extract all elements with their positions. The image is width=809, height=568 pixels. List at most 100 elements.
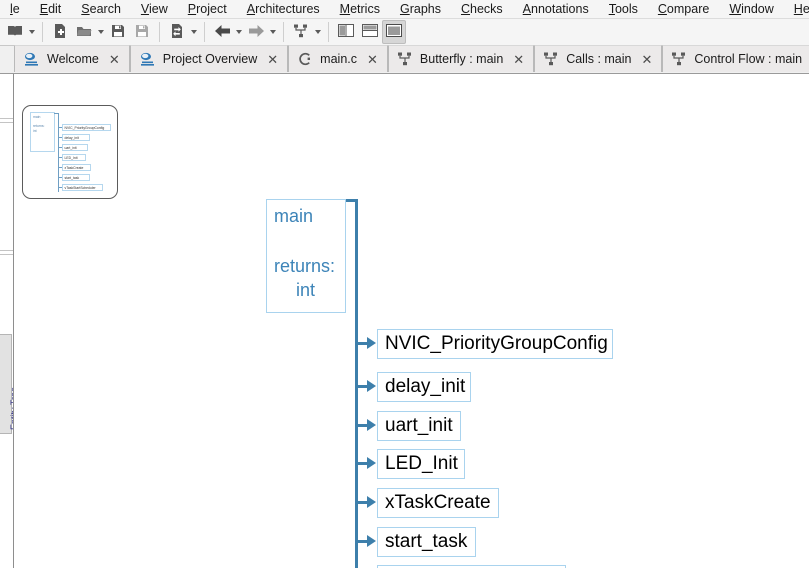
layout-vertical-split-button[interactable] [334,20,358,44]
toolbar-separator [204,22,205,42]
menu-item-checks[interactable]: Checks [451,0,513,19]
callee-node-led-init[interactable]: LED_Init [377,449,465,479]
callee-node-label: xTaskCreate [385,492,491,513]
menu-bar: le Edit Search View Project Architectures Metr… [0,0,809,19]
callee-node-nvic-prioritygroupconfig[interactable]: NVIC_PriorityGroupConfig [377,329,613,359]
chevron-down-icon[interactable] [234,21,244,43]
menu-item-mnemonic: A [522,1,532,16]
tab-welcome[interactable]: Welcome ✕ [14,45,130,72]
menu-item-search[interactable]: Search [71,0,131,19]
menu-item-view[interactable]: View [131,0,178,19]
toolbar-group [286,19,326,46]
callee-node-xtaskcreate[interactable]: xTaskCreate [377,488,499,518]
menu-item-label: roject [196,1,227,16]
toolbar-separator [42,22,43,42]
menu-item-help[interactable]: Help [784,0,809,19]
save-all-button[interactable] [130,20,154,44]
callee-node-label: uart_init [385,415,453,436]
tab-label: Butterfly : main [419,52,504,66]
close-icon[interactable]: ✕ [513,53,524,66]
root-node-main[interactable]: main returns: int [266,199,346,313]
tab-label: Control Flow : main [694,52,803,66]
menu-item-architectures[interactable]: Architectures [237,0,330,19]
left-dock-rail: llllllllllll llllllllllllll Entity Tree [0,74,13,568]
tab-project-overview[interactable]: Project Overview ✕ [129,45,289,72]
close-icon[interactable]: ✕ [109,53,120,66]
menu-item-mnemonic: H [793,1,803,16]
new-project-button[interactable] [48,20,72,44]
menu-item-label: indow [741,1,774,16]
export-button[interactable] [165,20,189,44]
menu-item-label: rchitectures [255,1,320,16]
close-icon[interactable]: ✕ [367,53,378,66]
tab-label: Project Overview [162,52,258,66]
chevron-down-icon[interactable] [27,21,37,43]
menu-item-tools[interactable]: Tools [599,0,648,19]
close-icon[interactable]: ✕ [641,53,652,66]
chevron-down-icon[interactable] [313,21,323,43]
back-button[interactable] [210,20,234,44]
minimap-row: NVIC_PriorityGroupConfig [62,124,112,131]
callee-node-start-task[interactable]: start_task [377,527,476,557]
menu-item-edit[interactable]: Edit [30,0,72,19]
close-icon[interactable]: ✕ [267,53,278,66]
menu-item-mnemonic: P [187,1,197,16]
chevron-down-icon[interactable] [96,21,106,43]
menu-item-mnemonic: C [460,1,471,16]
export-icon [169,23,185,42]
left-rail-panel-tab[interactable]: Entity Tree [0,334,13,434]
arrow-right-icon [248,24,265,41]
menu-item-metrics[interactable]: Metrics [330,0,390,19]
toolbar-group [45,19,157,46]
tab-butterfly-main[interactable]: Butterfly : main ✕ [387,45,535,72]
menu-item-graphs[interactable]: Graphs [390,0,451,19]
callee-node-uart-init[interactable]: uart_init [377,411,461,441]
menu-item-annotations[interactable]: Annotations [513,0,599,19]
graph-button[interactable] [289,20,313,44]
book-open-icon [7,23,23,42]
menu-item-project[interactable]: Project [178,0,237,19]
rail-divider [0,122,13,123]
tab-calls-main[interactable]: Calls : main ✕ [534,45,663,72]
menu-item-mnemonic: C [657,1,667,16]
arrowhead-icon [367,419,376,431]
minimap-root-returns-label: returns: [33,124,45,129]
callee-node-label: NVIC_PriorityGroupConfig [385,333,608,354]
callee-node-label: start_task [385,531,468,552]
rail-divider [0,254,13,255]
menu-item-mnemonic: A [246,1,256,16]
menu-item-mnemonic: S [81,1,90,16]
menu-item-compare[interactable]: Compare [648,0,719,19]
menu-item-label: raphs [409,1,441,16]
minimap-row: start_task [62,174,90,181]
toolbar-group [162,19,202,46]
callee-node-delay-init[interactable]: delay_init [377,372,471,402]
layout-horizontal-split-button[interactable] [358,20,382,44]
declaration-graph-canvas[interactable]: main returns: int NVIC_PriorityGroupConf… [14,74,809,568]
save-button[interactable] [106,20,130,44]
tab-label: Calls : main [566,52,632,66]
tab-main-c[interactable]: main.c ✕ [288,45,388,72]
open-manual-button[interactable] [3,20,27,44]
single-pane-icon [386,24,402,40]
forward-button[interactable] [244,20,268,44]
welcome-icon [139,52,156,67]
open-project-button[interactable] [72,20,96,44]
callee-node-label: delay_init [385,376,466,397]
layout-single-pane-button[interactable] [382,20,406,44]
arrowhead-icon [367,496,376,508]
menu-item-le[interactable]: le [0,0,30,19]
save-all-icon [134,23,150,42]
rail-clipped-text: llllllllllllll [0,126,13,137]
toolbar-group [0,19,40,46]
minimap-root-returns-type: int [33,128,37,133]
root-node-returns-label: returns: [274,256,336,276]
root-node-returns: returns: int [274,254,335,302]
menu-item-window[interactable]: Window [719,0,783,19]
rail-divider [0,250,13,251]
tab-control-flow-main[interactable]: Control Flow : main✕ [662,45,809,72]
menu-item-label: dit [48,1,62,16]
chevron-down-icon[interactable] [268,21,278,43]
chevron-down-icon[interactable] [189,21,199,43]
minimap-overview[interactable]: main returns: int NVIC_PriorityGroupConf… [22,105,118,199]
